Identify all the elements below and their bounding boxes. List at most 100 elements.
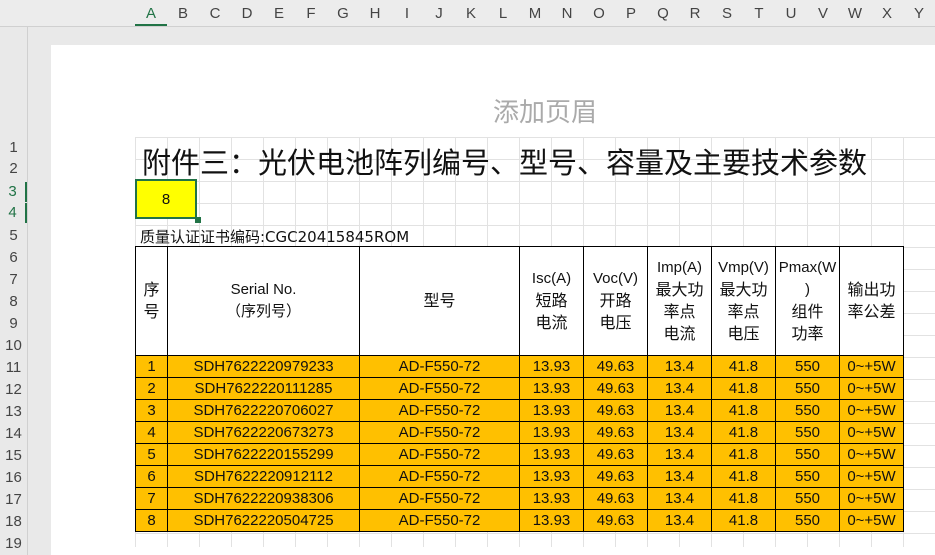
header-pmax[interactable]: Pmax(W) 组件 功率 bbox=[775, 246, 840, 356]
active-cell[interactable]: 8 bbox=[135, 179, 197, 219]
table-cell[interactable]: 13.4 bbox=[647, 509, 712, 532]
header-imp[interactable]: Imp(A) 最大功 率点 电流 bbox=[647, 246, 712, 356]
table-cell[interactable]: SDH7622220706027 bbox=[167, 399, 360, 422]
column-header-q[interactable]: Q bbox=[647, 0, 679, 26]
table-cell[interactable]: 41.8 bbox=[711, 443, 776, 466]
table-cell[interactable]: 550 bbox=[775, 487, 840, 510]
header-serial-no[interactable]: Serial No. （序列号） bbox=[167, 246, 360, 356]
row-header-8[interactable]: 8 bbox=[0, 292, 27, 312]
table-cell[interactable]: 13.4 bbox=[647, 487, 712, 510]
column-header-x[interactable]: X bbox=[871, 0, 903, 26]
column-header-e[interactable]: E bbox=[263, 0, 295, 26]
row-header-1[interactable]: 1 bbox=[0, 138, 27, 158]
column-header-n[interactable]: N bbox=[551, 0, 583, 26]
column-header-j[interactable]: J bbox=[423, 0, 455, 26]
header-voc[interactable]: Voc(V) 开路 电压 bbox=[583, 246, 648, 356]
table-cell[interactable]: 8 bbox=[135, 509, 168, 532]
table-cell[interactable]: AD-F550-72 bbox=[359, 487, 520, 510]
table-cell[interactable]: 0~+5W bbox=[839, 421, 904, 444]
column-header-l[interactable]: L bbox=[487, 0, 519, 26]
table-cell[interactable]: AD-F550-72 bbox=[359, 509, 520, 532]
row-header-11[interactable]: 11 bbox=[0, 358, 27, 378]
row-header-19[interactable]: 19 bbox=[0, 534, 27, 554]
row-header-15[interactable]: 15 bbox=[0, 446, 27, 466]
column-header-b[interactable]: B bbox=[167, 0, 199, 26]
column-header-h[interactable]: H bbox=[359, 0, 391, 26]
table-cell[interactable]: SDH7622220155299 bbox=[167, 443, 360, 466]
column-header-i[interactable]: I bbox=[391, 0, 423, 26]
table-cell[interactable]: 7 bbox=[135, 487, 168, 510]
table-cell[interactable]: 49.63 bbox=[583, 487, 648, 510]
table-cell[interactable]: 550 bbox=[775, 355, 840, 378]
table-cell[interactable]: SDH7622220111285 bbox=[167, 377, 360, 400]
table-cell[interactable]: 550 bbox=[775, 465, 840, 488]
column-header-r[interactable]: R bbox=[679, 0, 711, 26]
table-cell[interactable]: 0~+5W bbox=[839, 377, 904, 400]
column-header-p[interactable]: P bbox=[615, 0, 647, 26]
fill-handle[interactable] bbox=[195, 217, 201, 223]
table-cell[interactable]: 49.63 bbox=[583, 509, 648, 532]
table-cell[interactable]: 13.4 bbox=[647, 399, 712, 422]
header-tolerance[interactable]: 输出功 率公差 bbox=[839, 246, 904, 356]
row-header-3[interactable]: 3 bbox=[0, 182, 27, 202]
table-cell[interactable]: AD-F550-72 bbox=[359, 421, 520, 444]
table-cell[interactable]: 13.4 bbox=[647, 377, 712, 400]
table-cell[interactable]: 49.63 bbox=[583, 421, 648, 444]
table-cell[interactable]: 41.8 bbox=[711, 355, 776, 378]
column-header-y[interactable]: Y bbox=[903, 0, 935, 26]
table-cell[interactable]: 0~+5W bbox=[839, 443, 904, 466]
table-cell[interactable]: SDH7622220673273 bbox=[167, 421, 360, 444]
table-cell[interactable]: 49.63 bbox=[583, 355, 648, 378]
column-header-o[interactable]: O bbox=[583, 0, 615, 26]
table-cell[interactable]: 0~+5W bbox=[839, 509, 904, 532]
table-cell[interactable]: 41.8 bbox=[711, 377, 776, 400]
table-cell[interactable]: 13.4 bbox=[647, 443, 712, 466]
table-cell[interactable]: 13.93 bbox=[519, 399, 584, 422]
table-cell[interactable]: 41.8 bbox=[711, 399, 776, 422]
table-cell[interactable]: 0~+5W bbox=[839, 465, 904, 488]
table-cell[interactable]: AD-F550-72 bbox=[359, 443, 520, 466]
table-cell[interactable]: 49.63 bbox=[583, 465, 648, 488]
column-header-g[interactable]: G bbox=[327, 0, 359, 26]
add-header-placeholder[interactable]: 添加页眉 bbox=[493, 92, 597, 129]
table-cell[interactable]: 550 bbox=[775, 509, 840, 532]
table-cell[interactable]: 41.8 bbox=[711, 465, 776, 488]
table-cell[interactable]: AD-F550-72 bbox=[359, 465, 520, 488]
row-header-12[interactable]: 12 bbox=[0, 380, 27, 400]
table-cell[interactable]: 41.8 bbox=[711, 509, 776, 532]
table-cell[interactable]: AD-F550-72 bbox=[359, 399, 520, 422]
table-cell[interactable]: 550 bbox=[775, 443, 840, 466]
table-cell[interactable]: 13.4 bbox=[647, 355, 712, 378]
table-cell[interactable]: 13.93 bbox=[519, 355, 584, 378]
table-cell[interactable]: 13.93 bbox=[519, 443, 584, 466]
table-cell[interactable]: 13.93 bbox=[519, 487, 584, 510]
column-header-k[interactable]: K bbox=[455, 0, 487, 26]
table-cell[interactable]: 550 bbox=[775, 377, 840, 400]
row-header-13[interactable]: 13 bbox=[0, 402, 27, 422]
table-cell[interactable]: 13.93 bbox=[519, 377, 584, 400]
table-cell[interactable]: 1 bbox=[135, 355, 168, 378]
table-cell[interactable]: 49.63 bbox=[583, 443, 648, 466]
row-header-7[interactable]: 7 bbox=[0, 270, 27, 290]
row-header-16[interactable]: 16 bbox=[0, 468, 27, 488]
column-header-v[interactable]: V bbox=[807, 0, 839, 26]
row-header-4[interactable]: 4 bbox=[0, 203, 27, 223]
column-header-s[interactable]: S bbox=[711, 0, 743, 26]
column-header-t[interactable]: T bbox=[743, 0, 775, 26]
table-cell[interactable]: 0~+5W bbox=[839, 399, 904, 422]
header-isc[interactable]: Isc(A) 短路 电流 bbox=[519, 246, 584, 356]
table-cell[interactable]: SDH7622220979233 bbox=[167, 355, 360, 378]
column-header-u[interactable]: U bbox=[775, 0, 807, 26]
column-header-d[interactable]: D bbox=[231, 0, 263, 26]
table-cell[interactable]: 0~+5W bbox=[839, 487, 904, 510]
column-header-c[interactable]: C bbox=[199, 0, 231, 26]
table-cell[interactable]: 13.93 bbox=[519, 421, 584, 444]
certificate-code-cell[interactable]: 质量认证证书编码:CGC20415845ROM bbox=[140, 226, 409, 247]
table-cell[interactable]: 49.63 bbox=[583, 377, 648, 400]
column-header-w[interactable]: W bbox=[839, 0, 871, 26]
table-cell[interactable]: 41.8 bbox=[711, 421, 776, 444]
table-cell[interactable]: 3 bbox=[135, 399, 168, 422]
table-cell[interactable]: 550 bbox=[775, 399, 840, 422]
table-cell[interactable]: 6 bbox=[135, 465, 168, 488]
table-cell[interactable]: AD-F550-72 bbox=[359, 377, 520, 400]
